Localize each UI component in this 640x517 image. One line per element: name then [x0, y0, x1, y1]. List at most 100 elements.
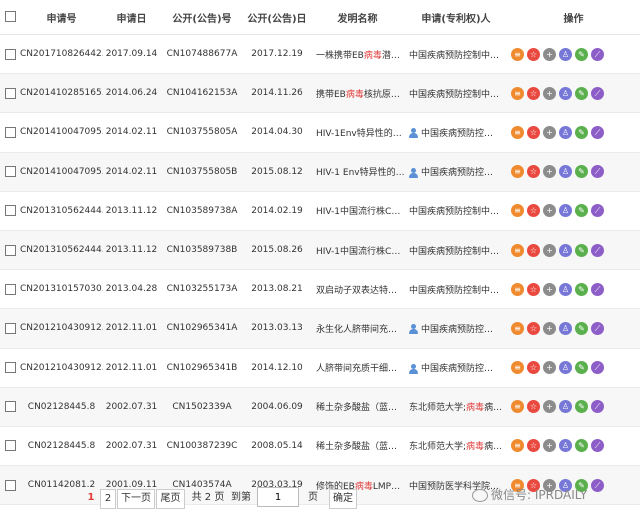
title-cell[interactable]: 双启动子双表达特异性… — [310, 269, 405, 310]
title-cell[interactable]: HIV-1 Env特异性的全… — [310, 152, 405, 192]
pub-no-cell[interactable]: CN103755805A — [160, 112, 244, 153]
user-icon[interactable]: ♙ — [559, 86, 572, 100]
applicant-cell[interactable]: 中国疾病预防控制中… — [405, 191, 507, 231]
list-icon[interactable]: ≡ — [511, 321, 524, 335]
plus-icon[interactable]: + — [543, 204, 556, 218]
edit-icon[interactable]: ✎ — [575, 400, 588, 414]
app-no-cell[interactable]: CN201310562444.X — [20, 230, 103, 271]
trend-icon[interactable]: ⟋ — [591, 86, 604, 100]
star-icon[interactable]: ☆ — [527, 243, 540, 257]
plus-icon[interactable]: + — [543, 125, 556, 139]
pub-no-cell[interactable]: CN103589738B — [160, 230, 244, 271]
star-icon[interactable]: ☆ — [527, 204, 540, 218]
app-no-cell[interactable]: CN02128445.8 — [20, 426, 103, 467]
trend-icon[interactable]: ⟋ — [591, 400, 604, 414]
title-cell[interactable]: HIV-1中国流行株CRF0… — [310, 230, 405, 271]
applicant-cell[interactable]: 中国疾病预防控制中… — [405, 269, 507, 310]
title-cell[interactable]: 稀土杂多酸盐（蓝）类… — [310, 387, 405, 427]
applicant-cell[interactable]: 中国疾病预防控… — [405, 152, 507, 192]
pub-no-cell[interactable]: CN103255173A — [160, 269, 244, 310]
app-no-cell[interactable]: CN02128445.8 — [20, 387, 103, 427]
app-no-cell[interactable]: CN201210430912.3 — [20, 348, 103, 388]
trend-icon[interactable]: ⟋ — [591, 165, 604, 179]
applicant-cell[interactable]: 中国疾病预防控制中… — [405, 34, 507, 75]
applicant-cell[interactable]: 中国疾病预防控… — [405, 348, 507, 388]
app-no-cell[interactable]: CN201310562444.X — [20, 191, 103, 231]
next-page-button[interactable]: 下一页 — [117, 489, 155, 509]
edit-icon[interactable]: ✎ — [575, 361, 588, 375]
row-checkbox[interactable] — [4, 48, 16, 60]
plus-icon[interactable]: + — [543, 439, 556, 453]
star-icon[interactable]: ☆ — [527, 165, 540, 179]
pub-no-cell[interactable]: CN1502339A — [160, 387, 244, 427]
plus-icon[interactable]: + — [543, 361, 556, 375]
edit-icon[interactable]: ✎ — [575, 204, 588, 218]
title-cell[interactable]: 一株携带EB病毒潜伏膜… — [310, 34, 405, 75]
star-icon[interactable]: ☆ — [527, 439, 540, 453]
star-icon[interactable]: ☆ — [527, 361, 540, 375]
applicant-cell[interactable]: 东北师范大学;病毒病… — [405, 387, 507, 427]
applicant-cell[interactable]: 中国疾病预防控… — [405, 308, 507, 349]
star-icon[interactable]: ☆ — [527, 47, 540, 61]
edit-icon[interactable]: ✎ — [575, 282, 588, 296]
user-icon[interactable]: ♙ — [559, 282, 572, 296]
page-2-link[interactable]: 2 — [100, 489, 116, 509]
row-checkbox[interactable] — [4, 440, 16, 452]
header-app-date[interactable]: 申请日 — [103, 0, 160, 35]
app-no-cell[interactable]: CN201410285165.8 — [20, 73, 103, 114]
header-applicant[interactable]: 申请(专利权)人 — [405, 0, 507, 35]
row-checkbox[interactable] — [4, 322, 16, 334]
edit-icon[interactable]: ✎ — [575, 165, 588, 179]
plus-icon[interactable]: + — [543, 321, 556, 335]
title-cell[interactable]: HIV-1中国流行株CRF0… — [310, 191, 405, 231]
pub-no-cell[interactable]: CN100387239C — [160, 426, 244, 467]
list-icon[interactable]: ≡ — [511, 47, 524, 61]
list-icon[interactable]: ≡ — [511, 125, 524, 139]
title-cell[interactable]: 永生化人脐带间充质干… — [310, 308, 405, 349]
select-all-checkbox[interactable] — [4, 11, 16, 23]
pub-no-cell[interactable]: CN103589738A — [160, 191, 244, 231]
header-title[interactable]: 发明名称 — [310, 0, 405, 35]
row-checkbox[interactable] — [4, 166, 16, 178]
edit-icon[interactable]: ✎ — [575, 243, 588, 257]
user-icon[interactable]: ♙ — [559, 125, 572, 139]
last-page-button[interactable]: 尾页 — [156, 489, 185, 509]
user-icon[interactable]: ♙ — [559, 204, 572, 218]
list-icon[interactable]: ≡ — [511, 361, 524, 375]
title-cell[interactable]: HIV-1Env特异性的全… — [310, 112, 405, 153]
user-icon[interactable]: ♙ — [559, 243, 572, 257]
list-icon[interactable]: ≡ — [511, 282, 524, 296]
pub-no-cell[interactable]: CN102965341A — [160, 308, 244, 349]
pub-no-cell[interactable]: CN104162153A — [160, 73, 244, 114]
row-checkbox[interactable] — [4, 362, 16, 374]
app-no-cell[interactable]: CN201710826442.5 — [20, 34, 103, 75]
user-icon[interactable]: ♙ — [559, 361, 572, 375]
row-checkbox[interactable] — [4, 401, 16, 413]
trend-icon[interactable]: ⟋ — [591, 47, 604, 61]
app-no-cell[interactable]: CN201210430912.3 — [20, 308, 103, 349]
applicant-cell[interactable]: 东北师范大学;病毒病… — [405, 426, 507, 467]
trend-icon[interactable]: ⟋ — [591, 243, 604, 257]
star-icon[interactable]: ☆ — [527, 282, 540, 296]
edit-icon[interactable]: ✎ — [575, 47, 588, 61]
user-icon[interactable]: ♙ — [559, 321, 572, 335]
star-icon[interactable]: ☆ — [527, 400, 540, 414]
list-icon[interactable]: ≡ — [511, 165, 524, 179]
title-cell[interactable]: 人脐带间充质干细胞系… — [310, 348, 405, 388]
list-icon[interactable]: ≡ — [511, 439, 524, 453]
row-checkbox[interactable] — [4, 126, 16, 138]
star-icon[interactable]: ☆ — [527, 321, 540, 335]
trend-icon[interactable]: ⟋ — [591, 361, 604, 375]
page-1-link[interactable]: 1 — [86, 489, 96, 507]
user-icon[interactable]: ♙ — [559, 165, 572, 179]
header-pub-no[interactable]: 公开(公告)号 — [160, 0, 244, 35]
confirm-button[interactable]: 确定 — [329, 489, 357, 509]
trend-icon[interactable]: ⟋ — [591, 282, 604, 296]
app-no-cell[interactable]: CN201410047095.2 — [20, 152, 103, 192]
edit-icon[interactable]: ✎ — [575, 321, 588, 335]
trend-icon[interactable]: ⟋ — [591, 204, 604, 218]
plus-icon[interactable]: + — [543, 47, 556, 61]
applicant-cell[interactable]: 中国疾病预防控制中… — [405, 73, 507, 114]
header-app-no[interactable]: 申请号 — [20, 0, 103, 35]
header-pub-date[interactable]: 公开(公告)日 — [244, 0, 310, 35]
